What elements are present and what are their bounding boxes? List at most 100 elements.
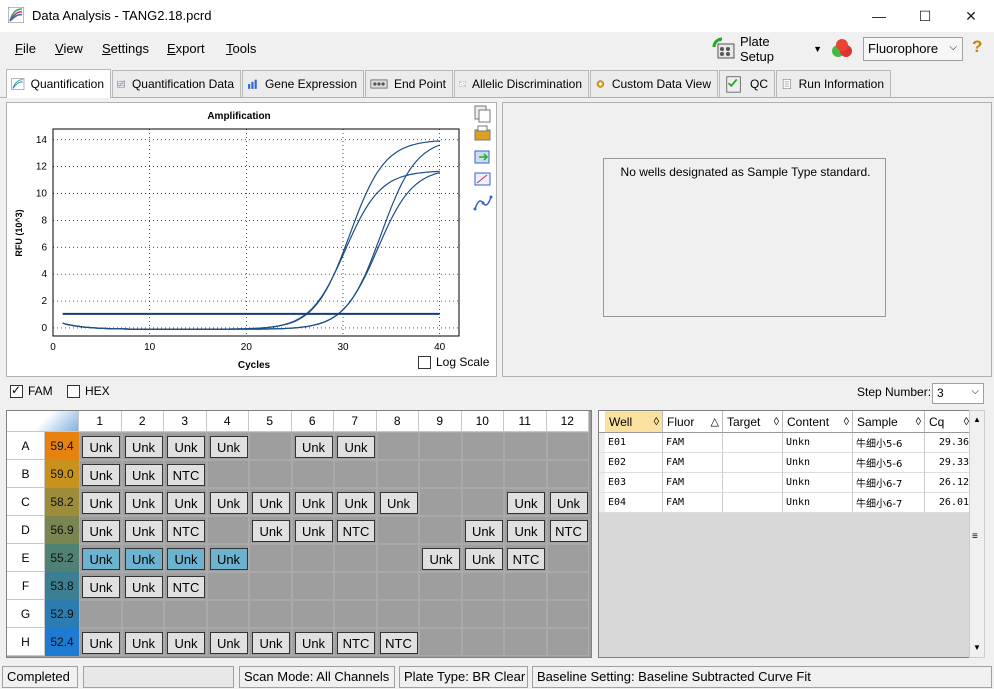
plate-well[interactable] (461, 460, 504, 488)
tab-qc[interactable]: QC (719, 70, 775, 97)
table-cell[interactable]: FAM (663, 453, 723, 473)
plate-well[interactable] (419, 572, 462, 600)
plate-well[interactable] (504, 460, 547, 488)
plate-well[interactable]: NTC (334, 628, 377, 656)
menu-settings[interactable]: Settings (102, 41, 149, 56)
row-header[interactable]: H (7, 628, 45, 656)
plate-well[interactable]: Unk (334, 488, 377, 516)
plate-well[interactable] (546, 628, 589, 656)
tab-quantification[interactable]: Quantification (6, 69, 111, 98)
plate-well[interactable]: Unk (546, 488, 589, 516)
plate-well[interactable] (291, 600, 334, 628)
column-header[interactable]: 9 (419, 411, 462, 432)
plate-well[interactable]: Unk (121, 432, 164, 460)
plate-well[interactable] (249, 460, 292, 488)
column-header[interactable]: 12 (546, 411, 589, 432)
row-header[interactable]: C (7, 488, 45, 516)
table-cell[interactable]: FAM (663, 473, 723, 493)
plate-well[interactable]: NTC (334, 516, 377, 544)
plate-well[interactable]: Unk (79, 516, 122, 544)
maximize-button[interactable]: ☐ (902, 0, 948, 32)
plate-well[interactable]: Unk (79, 572, 122, 600)
table-cell[interactable]: 29.33 (925, 453, 973, 473)
table-cell[interactable]: 牛细小6-7 (853, 473, 925, 493)
plate-well[interactable] (206, 516, 249, 544)
plate-well[interactable] (546, 432, 589, 460)
column-header[interactable]: 2 (121, 411, 164, 432)
table-cell[interactable]: Unkn (783, 473, 853, 493)
row-header[interactable]: D (7, 516, 45, 544)
plate-well[interactable]: Unk (249, 488, 292, 516)
plate-well[interactable]: NTC (164, 516, 207, 544)
plate-well[interactable]: Unk (206, 488, 249, 516)
plate-well[interactable]: Unk (79, 488, 122, 516)
plate-well[interactable] (376, 544, 419, 572)
column-header[interactable]: 7 (334, 411, 377, 432)
plate-well[interactable] (376, 572, 419, 600)
scroll-up-icon[interactable]: ▲ (973, 415, 981, 424)
plate-well[interactable]: Unk (164, 488, 207, 516)
column-header[interactable]: 10 (461, 411, 504, 432)
table-scrollbar[interactable]: ▲ ≡ ▼ (969, 410, 985, 658)
zoom-icon[interactable] (474, 172, 491, 186)
plate-well[interactable] (461, 432, 504, 460)
fluorophore-select[interactable]: Fluorophore ⌵ (863, 37, 963, 61)
plate-well[interactable]: NTC (376, 628, 419, 656)
plate-well[interactable] (419, 600, 462, 628)
fam-checkbox[interactable] (10, 383, 23, 398)
hex-toggle[interactable]: HEX (67, 384, 110, 398)
plate-corner[interactable] (7, 411, 79, 432)
table-cell[interactable]: E02 (605, 453, 663, 473)
plate-well[interactable] (334, 544, 377, 572)
plate-well[interactable]: Unk (461, 516, 504, 544)
column-header[interactable]: 3 (164, 411, 207, 432)
column-header-cq[interactable]: Cq ◊ (925, 411, 973, 433)
plate-well[interactable] (461, 600, 504, 628)
export-icon[interactable] (474, 150, 490, 164)
scroll-grip-icon[interactable]: ≡ (972, 531, 978, 542)
plate-well[interactable] (291, 572, 334, 600)
column-header-well[interactable]: Well ◊ (605, 411, 663, 433)
plate-well[interactable] (546, 460, 589, 488)
column-header[interactable]: 1 (79, 411, 122, 432)
plate-well[interactable]: Unk (291, 628, 334, 656)
column-header[interactable]: 11 (504, 411, 547, 432)
copy-icon[interactable] (474, 105, 491, 123)
plate-well[interactable] (461, 628, 504, 656)
plate-well[interactable]: Unk (121, 572, 164, 600)
row-header[interactable]: G (7, 600, 45, 628)
plate-well[interactable] (249, 544, 292, 572)
sort-icon[interactable]: ◊ (844, 416, 849, 428)
plate-well[interactable] (419, 432, 462, 460)
table-cell[interactable]: 26.12 (925, 473, 973, 493)
plate-well[interactable] (291, 460, 334, 488)
plate-well[interactable] (206, 600, 249, 628)
plate-well[interactable]: NTC (164, 572, 207, 600)
log-scale-toggle[interactable]: Log Scale (418, 355, 489, 369)
log-scale-checkbox[interactable] (418, 355, 431, 369)
column-header[interactable]: 8 (376, 411, 419, 432)
plate-well[interactable] (206, 460, 249, 488)
plate-well[interactable]: Unk (121, 488, 164, 516)
plate-well[interactable]: Unk (79, 544, 122, 572)
table-cell[interactable]: FAM (663, 493, 723, 513)
plate-well[interactable]: Unk (291, 488, 334, 516)
plate-well[interactable] (206, 572, 249, 600)
table-cell[interactable]: Unkn (783, 453, 853, 473)
plate-well[interactable]: Unk (164, 628, 207, 656)
tab-custom-data-view[interactable]: Custom Data View (590, 70, 718, 97)
plate-well[interactable] (164, 600, 207, 628)
column-header-target[interactable]: Target ◊ (723, 411, 783, 433)
table-cell[interactable]: 26.01 (925, 493, 973, 513)
plate-setup-button[interactable]: Plate Setup ▼ (712, 34, 822, 64)
sort-icon[interactable]: △ (711, 415, 719, 428)
plate-well[interactable]: Unk (206, 544, 249, 572)
step-number-select[interactable]: 3 ⌵ (932, 383, 984, 404)
fam-toggle[interactable]: FAM (10, 383, 53, 398)
plate-well[interactable] (546, 572, 589, 600)
tab-end-point[interactable]: End Point (365, 70, 453, 97)
column-header-sample[interactable]: Sample ◊ (853, 411, 925, 433)
plate-well[interactable] (419, 488, 462, 516)
plate-well[interactable] (376, 600, 419, 628)
plate-well[interactable] (419, 460, 462, 488)
